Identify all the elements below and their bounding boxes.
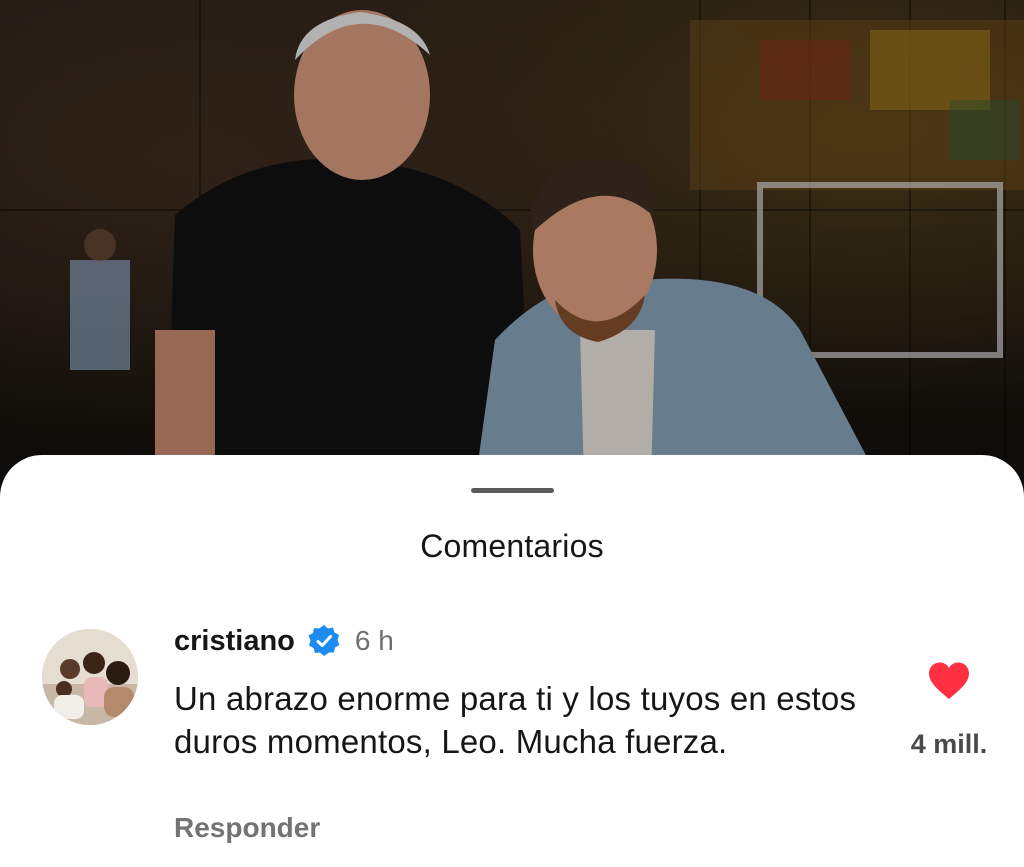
heart-icon[interactable]: [927, 661, 971, 701]
username-link[interactable]: cristiano: [174, 625, 295, 658]
drag-handle[interactable]: [471, 488, 554, 493]
photo-shade: [0, 0, 1024, 520]
comment-item: cristiano 6 h Un abrazo enorme para ti y…: [0, 615, 1024, 865]
like-count[interactable]: 4 mill.: [896, 729, 1002, 760]
comment-header: cristiano 6 h: [174, 621, 394, 661]
comments-sheet: Comentarios cristiano 6 h Un abrazo enor…: [0, 455, 1024, 867]
comment-time: 6 h: [354, 625, 394, 656]
avatar-image: [42, 629, 138, 725]
post-image[interactable]: [0, 0, 1024, 520]
like-control: 4 mill.: [896, 661, 1002, 760]
screen: Comentarios cristiano 6 h Un abrazo enor…: [0, 0, 1024, 867]
avatar[interactable]: [42, 629, 138, 725]
comment-text: Un abrazo enorme para ti y los tuyos en …: [174, 680, 857, 760]
verified-badge-icon: [307, 624, 341, 658]
sheet-title: Comentarios: [420, 528, 604, 564]
reply-button[interactable]: Responder: [174, 812, 320, 844]
